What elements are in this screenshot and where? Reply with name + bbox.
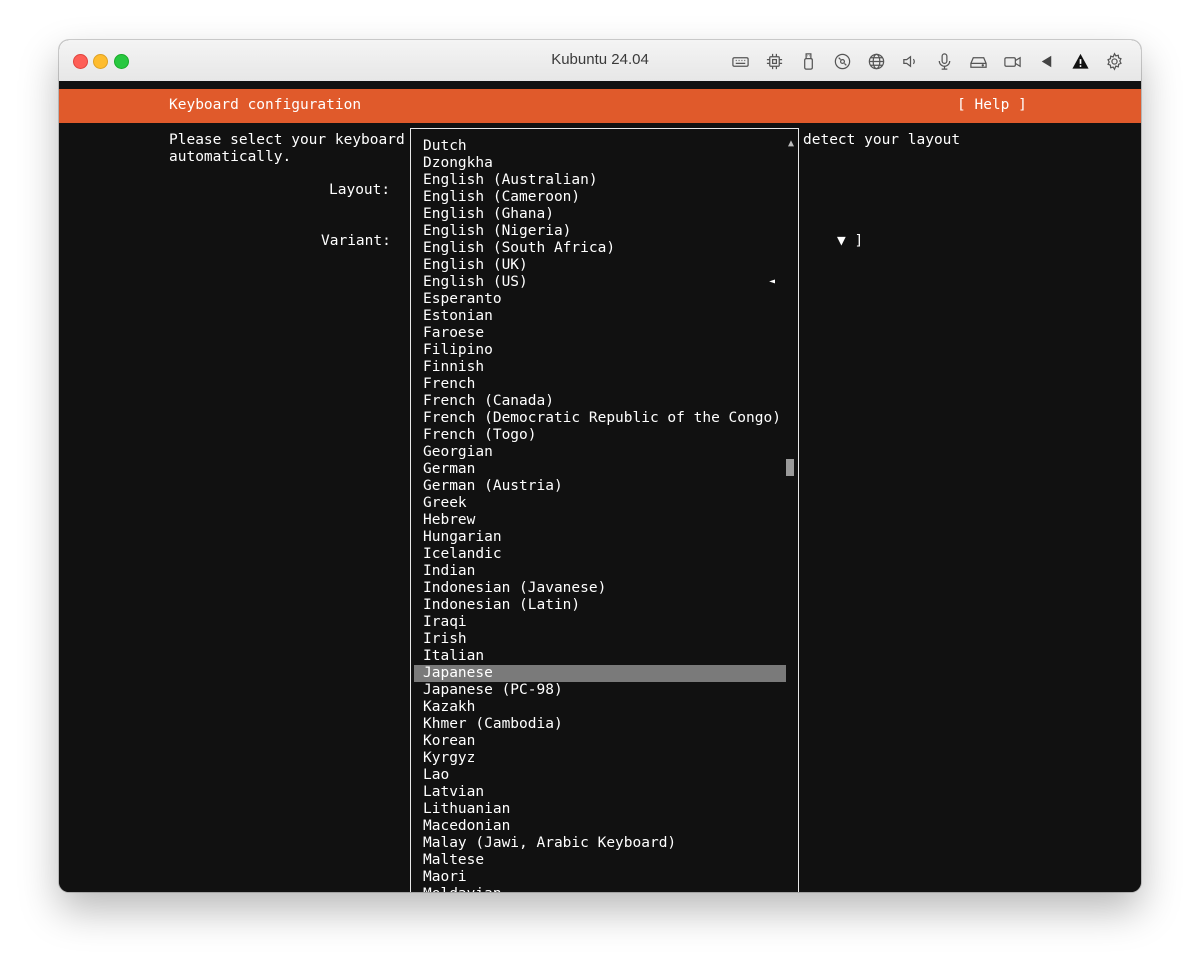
layout-option[interactable]: English (South Africa) [414, 240, 786, 257]
layout-option[interactable]: Dutch [414, 138, 786, 155]
layout-option[interactable]: English (Australian) [414, 172, 786, 189]
warning-icon[interactable] [1063, 50, 1097, 72]
drive-icon[interactable] [961, 50, 995, 72]
description-right: detect your layout [803, 132, 961, 148]
title-bar: Kubuntu 24.04 [59, 40, 1141, 82]
installer-header: Keyboard configuration [ Help ] [59, 89, 1141, 123]
layout-option[interactable]: Indonesian (Javanese) [414, 580, 786, 597]
help-button[interactable]: [ Help ] [957, 97, 1027, 113]
layout-option[interactable]: Hebrew [414, 512, 786, 529]
layout-option[interactable]: French (Canada) [414, 393, 786, 410]
layout-option[interactable]: Finnish [414, 359, 786, 376]
network-icon[interactable] [859, 50, 893, 72]
layout-option[interactable]: Lao [414, 767, 786, 784]
layout-option[interactable]: Filipino [414, 342, 786, 359]
layout-option[interactable]: Indonesian (Latin) [414, 597, 786, 614]
layout-option[interactable]: Maori [414, 869, 786, 886]
description-line-1: Please select your keyboard [169, 132, 405, 148]
gear-icon[interactable] [1097, 50, 1131, 72]
layout-option[interactable]: Dzongkha [414, 155, 786, 172]
disc-icon[interactable] [825, 50, 859, 72]
layout-option[interactable]: German [414, 461, 786, 478]
scrollbar-thumb[interactable] [786, 459, 794, 476]
layout-option[interactable]: Latvian [414, 784, 786, 801]
keyboard-icon[interactable] [723, 50, 757, 72]
variant-label: Variant: [321, 233, 391, 249]
layout-option[interactable]: Iraqi [414, 614, 786, 631]
layout-option[interactable]: Kyrgyz [414, 750, 786, 767]
description-line-2: automatically. [169, 149, 292, 165]
layout-option[interactable]: English (UK) [414, 257, 786, 274]
layout-option[interactable]: Hungarian [414, 529, 786, 546]
layout-option[interactable]: Khmer (Cambodia) [414, 716, 786, 733]
variant-select-arrow[interactable]: ▼ ] [837, 233, 863, 249]
layout-option[interactable]: Lithuanian [414, 801, 786, 818]
vm-window: Kubuntu 24.04 Keyboard configuration [H… [59, 40, 1141, 892]
layout-option[interactable]: Italian [414, 648, 786, 665]
layout-option[interactable]: French [414, 376, 786, 393]
layout-options: Dutch Dzongkha English (Australian) English… [414, 138, 786, 892]
layout-option[interactable]: Greek [414, 495, 786, 512]
usb-icon[interactable] [791, 50, 825, 72]
camera-icon[interactable] [995, 50, 1029, 72]
microphone-icon[interactable] [927, 50, 961, 72]
vm-screen: Keyboard configuration [ Help ] Please s… [59, 81, 1141, 892]
cpu-icon[interactable] [757, 50, 791, 72]
layout-option[interactable]: Kazakh [414, 699, 786, 716]
scroll-up-arrow[interactable]: ▲ [788, 138, 794, 149]
layout-option[interactable]: Japanese (PC-98) [414, 682, 786, 699]
layout-option[interactable]: Indian [414, 563, 786, 580]
layout-option[interactable]: Irish [414, 631, 786, 648]
layout-label: Layout: [329, 182, 391, 198]
layout-option[interactable]: Estonian [414, 308, 786, 325]
vm-toolbar [723, 50, 1131, 72]
layout-option[interactable]: Macedonian [414, 818, 786, 835]
layout-option[interactable]: Moldavian [414, 886, 786, 892]
layout-option[interactable]: English (Ghana) [414, 206, 786, 223]
layout-option[interactable]: Icelandic [414, 546, 786, 563]
layout-dropdown-list[interactable]: Dutch Dzongkha English (Australian) English… [410, 128, 799, 892]
layout-option[interactable]: English (Cameroon) [414, 189, 786, 206]
layout-option[interactable]: English (Nigeria) [414, 223, 786, 240]
layout-option[interactable]: English (US) [414, 274, 786, 291]
speaker-icon[interactable] [893, 50, 927, 72]
layout-option[interactable]: Japanese [414, 665, 786, 682]
layout-option[interactable]: Malay (Jawi, Arabic Keyboard) [414, 835, 786, 852]
arrow-left-icon[interactable] [1029, 50, 1063, 72]
layout-option[interactable]: German (Austria) [414, 478, 786, 495]
layout-option[interactable]: French (Democratic Republic of the Congo… [414, 410, 786, 427]
page-title: Keyboard configuration [169, 97, 362, 113]
layout-option[interactable]: Georgian [414, 444, 786, 461]
layout-option[interactable]: Esperanto [414, 291, 786, 308]
layout-option[interactable]: French (Togo) [414, 427, 786, 444]
layout-option[interactable]: Maltese [414, 852, 786, 869]
layout-option[interactable]: Korean [414, 733, 786, 750]
current-selection-marker: ◄ [769, 276, 776, 287]
layout-option[interactable]: Faroese [414, 325, 786, 342]
